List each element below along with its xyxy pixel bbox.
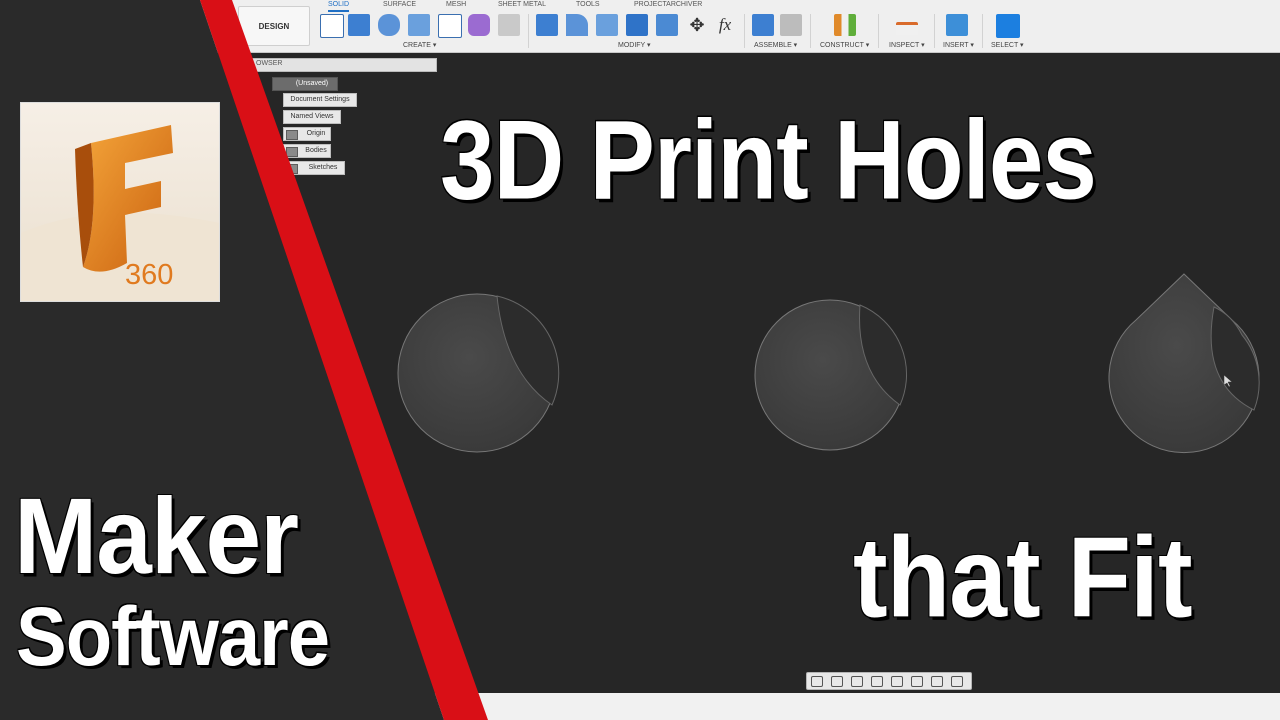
hole-icon[interactable] (498, 14, 520, 36)
fusion-360-logo: 360 (20, 102, 220, 302)
tab-solid[interactable]: SOLID (328, 0, 350, 12)
new-component-icon[interactable] (752, 14, 774, 36)
select-menu[interactable]: SELECT ▾ (991, 41, 1024, 49)
hole-circle-2[interactable] (754, 299, 907, 451)
grid-settings-icon[interactable] (931, 676, 943, 687)
hole-circle-1[interactable] (397, 293, 560, 453)
toolbar: DESIGN SOLID SURFACE MESH SHEET METAL TO… (0, 0, 1280, 53)
toolbar-divider (982, 14, 983, 48)
tab-sheet-metal[interactable]: SHEET METAL (498, 0, 546, 10)
offset-plane-icon[interactable] (834, 14, 856, 36)
revolve-icon[interactable] (378, 14, 400, 36)
channel-brand-line2: Software (16, 590, 330, 684)
orbit-icon[interactable] (811, 676, 823, 687)
parameters-fx-icon[interactable]: fx (714, 14, 736, 36)
inspect-menu[interactable]: INSPECT ▾ (889, 41, 925, 49)
fillet-icon[interactable] (566, 14, 588, 36)
look-at-icon[interactable] (831, 676, 843, 687)
rectangle-icon[interactable] (438, 14, 462, 38)
fit-icon[interactable] (891, 676, 903, 687)
display-settings-icon[interactable] (911, 676, 923, 687)
insert-image-icon[interactable] (946, 14, 968, 36)
shell-icon[interactable] (656, 14, 678, 36)
tab-projectarchiver[interactable]: PROJECTARCHIVER (634, 0, 702, 10)
tab-tools[interactable]: TOOLS (576, 0, 600, 10)
hole-teardrop-3[interactable] (1108, 273, 1260, 454)
extrude-icon[interactable] (348, 14, 370, 36)
toolbar-divider (528, 14, 529, 48)
create-menu[interactable]: CREATE ▾ (403, 41, 436, 49)
tab-mesh[interactable]: MESH (446, 0, 466, 10)
toolbar-divider (878, 14, 879, 48)
sweep-icon[interactable] (408, 14, 430, 36)
pan-hand-icon[interactable] (851, 676, 863, 687)
logo-number: 360 (125, 259, 174, 291)
move-icon[interactable]: ✥ (686, 14, 708, 36)
form-icon[interactable] (468, 14, 490, 36)
insert-menu[interactable]: INSERT ▾ (943, 41, 974, 49)
toolbar-divider (810, 14, 811, 48)
tab-surface[interactable]: SURFACE (383, 0, 416, 10)
video-title-line1: 3D Print Holes (440, 96, 1097, 223)
channel-brand-line1: Maker (14, 475, 299, 597)
assemble-menu[interactable]: ASSEMBLE ▾ (754, 41, 797, 49)
fusion-f-logo-icon (21, 103, 219, 301)
measure-icon[interactable] (896, 22, 918, 35)
select-icon[interactable] (996, 14, 1020, 38)
navigation-bar[interactable] (806, 672, 972, 690)
thumbnail-stage: DESIGN SOLID SURFACE MESH SHEET METAL TO… (0, 0, 1280, 720)
toolbar-divider (744, 14, 745, 48)
zoom-icon[interactable] (871, 676, 883, 687)
chamfer-icon[interactable] (596, 14, 618, 36)
modify-menu[interactable]: MODIFY ▾ (618, 41, 651, 49)
joint-icon[interactable] (780, 14, 802, 36)
timeline-bar (0, 693, 1280, 720)
viewports-icon[interactable] (951, 676, 963, 687)
construct-menu[interactable]: CONSTRUCT ▾ (820, 41, 869, 49)
video-title-line2: that Fit (853, 514, 1193, 642)
create-sketch-icon[interactable] (320, 14, 344, 38)
press-pull-icon[interactable] (536, 14, 558, 36)
toolbar-divider (934, 14, 935, 48)
workspace-design-button[interactable]: DESIGN (238, 6, 310, 46)
combine-icon[interactable] (626, 14, 648, 36)
